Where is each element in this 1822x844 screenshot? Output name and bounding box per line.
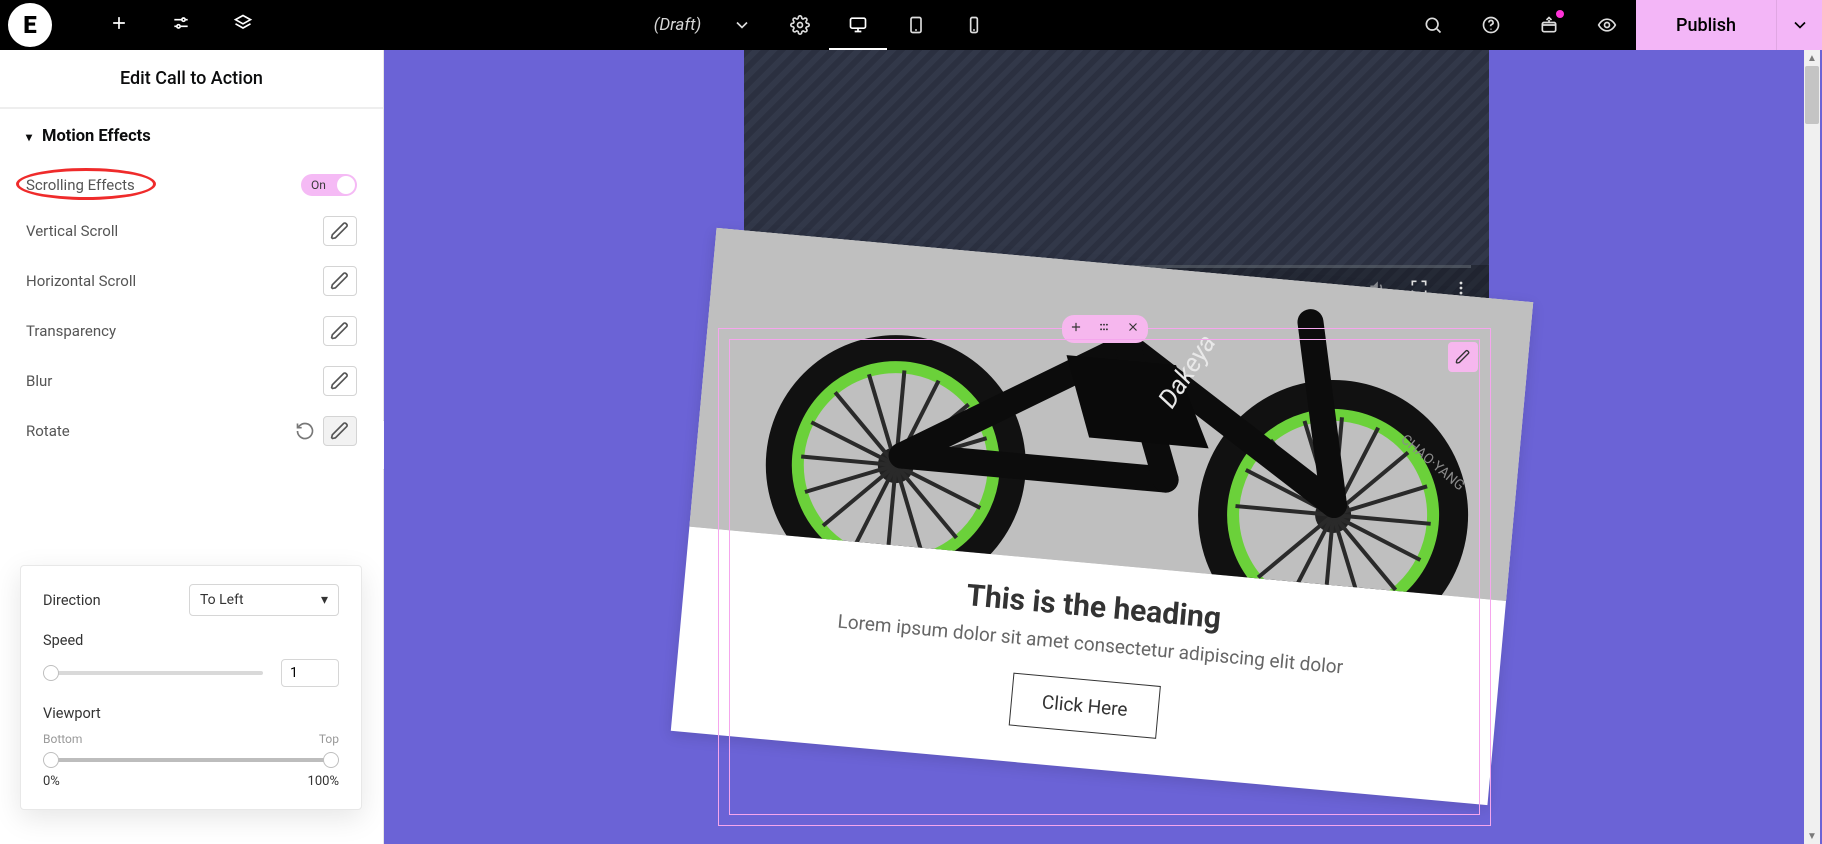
scrolling-effects-label: Scrolling Effects: [26, 176, 135, 194]
publish-button[interactable]: Publish: [1636, 0, 1776, 50]
transparency-edit-button[interactable]: [323, 316, 357, 346]
viewport-top-label: Top: [319, 732, 339, 746]
whats-new-icon[interactable]: [1520, 0, 1578, 50]
help-icon[interactable]: [1462, 0, 1520, 50]
viewport-range-thumb-max[interactable]: [323, 752, 339, 768]
widget-drag-handle[interactable]: [1097, 320, 1111, 338]
vertical-scroll-edit-button[interactable]: [323, 216, 357, 246]
rotate-reset-button[interactable]: [295, 421, 315, 441]
page-settings-icon[interactable]: [771, 0, 829, 50]
direction-value: To Left: [200, 592, 244, 608]
responsive-tablet-icon[interactable]: [887, 0, 945, 50]
viewport-max-value: 100%: [308, 774, 339, 789]
speed-slider-thumb[interactable]: [43, 665, 59, 681]
document-status[interactable]: (Draft): [654, 15, 702, 35]
preview-icon[interactable]: [1578, 0, 1636, 50]
widget-delete-button[interactable]: [1126, 320, 1140, 338]
chevron-down-icon: ▾: [321, 592, 328, 608]
speed-slider[interactable]: [43, 671, 263, 675]
viewport-range[interactable]: [43, 752, 339, 768]
direction-select[interactable]: To Left ▾: [189, 584, 339, 616]
responsive-desktop-icon[interactable]: [829, 0, 887, 50]
top-bar-left: E: [0, 0, 253, 50]
direction-label: Direction: [43, 592, 101, 609]
horizontal-scroll-label: Horizontal Scroll: [26, 272, 136, 290]
transparency-label: Transparency: [26, 322, 116, 340]
panel-title: Edit Call to Action: [0, 50, 383, 108]
vertical-scroll-label: Vertical Scroll: [26, 222, 118, 240]
viewport-label: Viewport: [43, 705, 339, 722]
responsive-mobile-icon[interactable]: [945, 0, 1003, 50]
top-bar: E (Draft): [0, 0, 1822, 50]
widget-selection-frame: [718, 328, 1491, 826]
speed-input[interactable]: [281, 659, 339, 687]
blur-edit-button[interactable]: [323, 366, 357, 396]
vertical-scroll-row: Vertical Scroll: [0, 206, 383, 256]
scrolling-effects-row: Scrolling Effects On: [0, 160, 383, 206]
horizontal-scroll-edit-button[interactable]: [323, 266, 357, 296]
editor-panel: Edit Call to Action ▾ Motion Effects Scr…: [0, 50, 384, 844]
chevron-down-icon: ▾: [26, 130, 32, 144]
elementor-logo[interactable]: E: [8, 3, 52, 47]
rotate-row: Rotate: [0, 406, 383, 456]
horizontal-scroll-row: Horizontal Scroll: [0, 256, 383, 306]
layers-icon[interactable]: [233, 13, 253, 38]
draft-caret[interactable]: [713, 0, 771, 50]
widget-add-button[interactable]: [1069, 320, 1083, 338]
widget-edit-handle[interactable]: [1448, 342, 1478, 372]
viewport-bottom-label: Bottom: [43, 732, 82, 746]
blur-row: Blur: [0, 356, 383, 406]
publish-options-button[interactable]: [1776, 0, 1822, 50]
scrolling-effects-toggle[interactable]: On: [301, 174, 357, 196]
rotate-edit-button[interactable]: [323, 416, 357, 446]
scroll-up-icon[interactable]: ▲: [1804, 50, 1820, 66]
top-bar-right: Publish: [1404, 0, 1822, 50]
scrollbar-thumb[interactable]: [1805, 66, 1819, 124]
settings-sliders-icon[interactable]: [171, 13, 191, 38]
rotate-popover: Direction To Left ▾ Speed Viewport Botto…: [20, 565, 362, 810]
toggle-on-label: On: [311, 178, 326, 192]
viewport-min-value: 0%: [43, 774, 60, 789]
notification-dot-icon: [1556, 10, 1564, 18]
canvas-scrollbar[interactable]: ▲ ▼: [1804, 50, 1820, 844]
speed-label: Speed: [43, 632, 339, 649]
rotate-label: Rotate: [26, 422, 70, 440]
section-motion-label: Motion Effects: [42, 127, 151, 146]
finder-search-icon[interactable]: [1404, 0, 1462, 50]
scroll-down-icon[interactable]: ▼: [1804, 828, 1820, 844]
section-motion-effects[interactable]: ▾ Motion Effects: [0, 108, 383, 160]
transparency-row: Transparency: [0, 306, 383, 356]
add-icon[interactable]: [109, 13, 129, 38]
preview-canvas: 0:00 / 0:20: [384, 50, 1822, 844]
blur-label: Blur: [26, 372, 52, 390]
viewport-range-thumb-min[interactable]: [43, 752, 59, 768]
